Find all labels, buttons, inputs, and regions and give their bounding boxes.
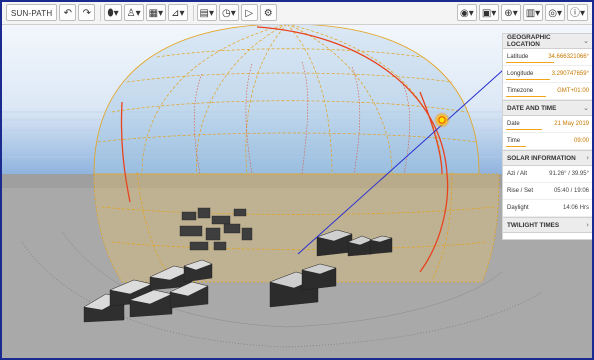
azimuth-altitude-value: 91.26° / 39.95° xyxy=(549,171,589,177)
document-icon[interactable]: ▥▾ xyxy=(522,4,544,21)
app-window: SUN-PATH ↶ ↷ ⬮▾ ♙▾ ▦▾ ⊿▾ ▤▾ ◷▾ ▷ ⚙ ◉▾ ▣▾… xyxy=(0,0,594,360)
rise-set-value: 05:40 / 19:06 xyxy=(553,188,589,194)
chevron-right-icon: › xyxy=(586,154,589,162)
grid-icon[interactable]: ▦▾ xyxy=(145,4,167,21)
date-underline xyxy=(506,128,542,130)
geographic-location-header[interactable]: GEOGRAPHIC LOCATION ⌄ xyxy=(503,33,592,49)
timezone-underline xyxy=(506,95,546,97)
date-label: Date xyxy=(507,121,520,127)
timezone-label: Timezone xyxy=(507,88,534,94)
longitude-row[interactable]: Longitude 3.290747659° xyxy=(503,66,592,83)
eye-icon[interactable]: ◉▾ xyxy=(457,4,477,21)
settings-icon[interactable]: ⚙ xyxy=(259,4,277,21)
toolbar-right: ◉▾ ▣▾ ⊕▾ ▥▾ ◎▾ ⓘ▾ xyxy=(457,4,590,21)
latitude-row[interactable]: Latitude 34.666321066° xyxy=(503,49,592,66)
rise-set-row: Rise / Set 05:40 / 19:06 xyxy=(503,183,592,200)
timezone-row[interactable]: Timezone GMT+01:00 xyxy=(503,83,592,100)
latitude-underline xyxy=(506,61,554,63)
latitude-value[interactable]: 34.666321066° xyxy=(548,54,589,60)
toolbar-divider xyxy=(192,4,194,21)
geographic-location-title: GEOGRAPHIC LOCATION xyxy=(507,34,551,48)
chart-icon[interactable]: ⊿▾ xyxy=(168,4,188,21)
play-icon[interactable]: ▷ xyxy=(240,4,258,21)
daylight-row: Daylight 14:06 Hrs xyxy=(503,200,592,217)
rise-set-label: Rise / Set xyxy=(507,188,534,194)
azimuth-altitude-row: Azi / Alt 91.26° / 39.95° xyxy=(503,166,592,183)
daylight-value: 14:06 Hrs xyxy=(562,205,589,211)
calendar-icon[interactable]: ▤▾ xyxy=(196,4,218,21)
chevron-down-icon: ⌄ xyxy=(583,37,589,45)
longitude-value[interactable]: 3.290747659° xyxy=(552,71,589,77)
redo-icon[interactable]: ↷ xyxy=(78,4,96,21)
time-label: Time xyxy=(507,138,521,144)
date-row[interactable]: Date 21 May 2019 xyxy=(503,116,592,133)
longitude-label: Longitude xyxy=(507,71,534,77)
azimuth-altitude-label: Azi / Alt xyxy=(507,171,528,177)
globe-icon[interactable]: ⊕▾ xyxy=(501,4,521,21)
longitude-underline xyxy=(506,78,550,80)
toolbar-left: SUN-PATH ↶ ↷ ⬮▾ ♙▾ ▦▾ ⊿▾ ▤▾ ◷▾ ▷ ⚙ xyxy=(6,4,279,21)
solar-information-header[interactable]: SOLAR INFORMATION › xyxy=(503,150,592,166)
undo-icon[interactable]: ↶ xyxy=(59,4,77,21)
info-icon[interactable]: ⓘ▾ xyxy=(566,4,588,21)
solar-information-title: SOLAR INFORMATION xyxy=(507,154,576,162)
twilight-times-title: TWILIGHT TIMES xyxy=(507,221,560,229)
date-and-time-header[interactable]: DATE AND TIME ⌄ xyxy=(503,100,592,116)
time-underline xyxy=(506,145,526,147)
toolbar-divider xyxy=(100,4,102,21)
timezone-value[interactable]: GMT+01:00 xyxy=(557,88,589,94)
latitude-label: Latitude xyxy=(507,54,529,60)
camera-icon[interactable]: ▣▾ xyxy=(478,4,500,21)
daylight-label: Daylight xyxy=(507,205,529,211)
chevron-down-icon: ⌄ xyxy=(583,104,589,112)
clock-icon[interactable]: ◷▾ xyxy=(219,4,239,21)
sunpath-button[interactable]: SUN-PATH xyxy=(6,4,58,21)
toolbar: SUN-PATH ↶ ↷ ⬮▾ ♙▾ ▦▾ ⊿▾ ▤▾ ◷▾ ▷ ⚙ ◉▾ ▣▾… xyxy=(2,2,592,25)
date-and-time-title: DATE AND TIME xyxy=(507,104,557,112)
person-icon[interactable]: ♙▾ xyxy=(123,4,144,21)
twilight-times-header[interactable]: TWILIGHT TIMES › xyxy=(503,217,592,233)
cylinder-icon[interactable]: ⬮▾ xyxy=(104,4,122,21)
info-panel: GEOGRAPHIC LOCATION ⌄ Latitude 34.666321… xyxy=(502,33,592,240)
time-row[interactable]: Time 09:00 xyxy=(503,133,592,150)
chevron-right-icon: › xyxy=(586,221,589,229)
sun-marker[interactable] xyxy=(438,116,446,124)
time-value[interactable]: 09:00 xyxy=(574,138,589,144)
layers-icon[interactable]: ◎▾ xyxy=(545,4,565,21)
date-value[interactable]: 21 May 2019 xyxy=(554,121,589,127)
